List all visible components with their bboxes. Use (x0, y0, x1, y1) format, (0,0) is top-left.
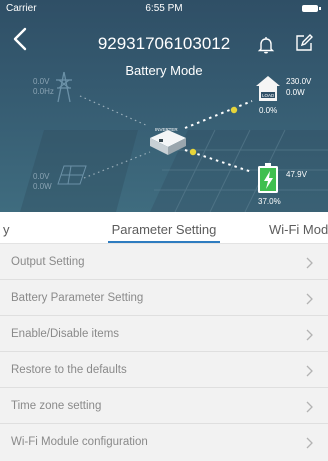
pv-power: 0.0W (33, 182, 52, 191)
chevron-right-icon (306, 437, 313, 449)
edit-button[interactable] (294, 33, 314, 53)
list-item-label: Battery Parameter Setting (11, 292, 144, 304)
load-flow-line (184, 100, 253, 129)
list-item-label: Output Setting (11, 256, 85, 268)
background-solar-panel (20, 130, 138, 212)
list-item-label: Restore to the defaults (11, 364, 127, 376)
settings-list: Output Setting Battery Parameter Setting… (0, 244, 328, 461)
chevron-right-icon (306, 293, 313, 305)
bell-icon (257, 37, 275, 54)
load-voltage: 230.0V (286, 77, 312, 86)
operating-mode: Battery Mode (125, 63, 203, 78)
list-item-battery-parameter-setting[interactable]: Battery Parameter Setting (0, 280, 328, 316)
notifications-button[interactable] (256, 35, 276, 55)
tab-previous[interactable]: y (3, 222, 10, 237)
load-flow-dot (230, 106, 238, 114)
edit-icon (296, 34, 313, 51)
status-bar: Carrier 6:55 PM (0, 0, 328, 18)
grid-flow-line (79, 95, 149, 127)
grid-voltage: 0.0V (33, 77, 50, 86)
chevron-right-icon (306, 401, 313, 413)
tab-wifi-module[interactable]: Wi-Fi Mod (269, 222, 328, 237)
energy-flow-panel: Carrier 6:55 PM 92931706103012 Battery M… (0, 0, 328, 212)
battery-voltage: 47.9V (286, 170, 307, 179)
battery-status-icon (302, 5, 321, 12)
inverter-label: INVERTER (155, 127, 178, 132)
list-item-output-setting[interactable]: Output Setting (0, 244, 328, 280)
battery-icon (258, 163, 278, 193)
chevron-right-icon (306, 257, 313, 269)
grid-frequency: 0.0Hz (33, 87, 54, 96)
list-item-label: Enable/Disable items (11, 328, 120, 340)
active-tab-indicator (108, 241, 220, 243)
battery-flow-dot (189, 148, 197, 156)
list-item-restore-defaults[interactable]: Restore to the defaults (0, 352, 328, 388)
pv-voltage: 0.0V (33, 172, 50, 181)
battery-percent: 37.0% (258, 197, 281, 206)
load-label: LOAD (262, 93, 275, 98)
list-item-enable-disable-items[interactable]: Enable/Disable items (0, 316, 328, 352)
list-item-wifi-module-configuration[interactable]: Wi-Fi Module configuration (0, 424, 328, 460)
chevron-right-icon (306, 329, 313, 341)
list-item-time-zone-setting[interactable]: Time zone setting (0, 388, 328, 424)
tab-bar: y Parameter Setting Wi-Fi Mod (0, 212, 328, 244)
list-item-label: Time zone setting (11, 400, 102, 412)
device-serial-title: 92931706103012 (97, 34, 231, 53)
load-power: 0.0W (286, 88, 305, 97)
status-time: 6:55 PM (145, 3, 183, 14)
list-item-label: Wi-Fi Module configuration (11, 436, 148, 448)
chevron-right-icon (306, 365, 313, 377)
load-percent: 0.0% (259, 106, 278, 115)
